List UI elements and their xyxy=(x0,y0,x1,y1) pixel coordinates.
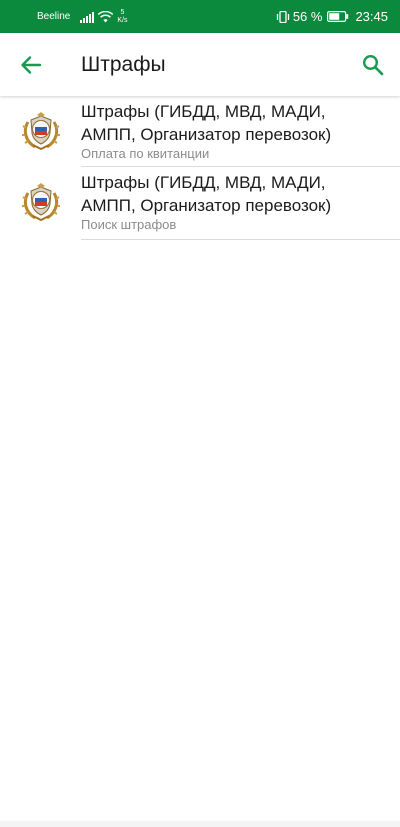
list-item-pay-by-receipt[interactable]: Штрафы (ГИБДД, МВД, МАДИ, АМПП, Организа… xyxy=(0,96,400,167)
list-item-subtitle: Оплата по квитанции xyxy=(81,146,210,161)
clock: 23:45 xyxy=(355,9,388,24)
back-button[interactable] xyxy=(16,50,46,80)
list-item-title: Штрафы (ГИБДД, МВД, МАДИ, АМПП, Организа… xyxy=(81,102,332,144)
network-speed-value: 5 xyxy=(120,8,125,16)
vibrate-icon xyxy=(276,10,290,23)
search-button[interactable] xyxy=(358,50,388,80)
app-bar: Штрафы xyxy=(0,33,400,96)
list-item-title: Штрафы (ГИБДД, МВД, МАДИ, АМПП, Организа… xyxy=(81,173,332,215)
traffic-police-emblem-icon xyxy=(22,112,60,150)
wifi-icon xyxy=(98,10,114,23)
list-item-search-fines[interactable]: Штрафы (ГИБДД, МВД, МАДИ, АМПП, Организа… xyxy=(0,167,400,240)
page-title: Штрафы xyxy=(81,53,166,76)
network-speed-unit: K/s xyxy=(117,16,128,24)
cellular-signal-icon xyxy=(80,11,95,23)
list-item-text: Штрафы (ГИБДД, МВД, МАДИ, АМПП, Организа… xyxy=(81,171,400,233)
status-bar: Beeline 5 K/s 56 % 23:45 xyxy=(0,0,400,33)
search-icon xyxy=(362,54,384,76)
fines-service-list: Штрафы (ГИБДД, МВД, МАДИ, АМПП, Организа… xyxy=(0,96,400,240)
list-divider xyxy=(81,239,400,240)
status-right-group: 56 % 23:45 xyxy=(276,9,388,24)
battery-icon xyxy=(327,11,349,22)
bottom-edge xyxy=(0,821,400,827)
traffic-police-emblem-icon xyxy=(22,183,60,221)
arrow-left-icon xyxy=(21,56,42,74)
list-item-subtitle: Поиск штрафов xyxy=(81,217,177,232)
carrier-name: Beeline xyxy=(37,11,71,22)
network-speed: 5 K/s xyxy=(117,9,127,25)
list-item-text: Штрафы (ГИБДД, МВД, МАДИ, АМПП, Организа… xyxy=(81,100,400,162)
battery-percent: 56 % xyxy=(292,9,323,24)
